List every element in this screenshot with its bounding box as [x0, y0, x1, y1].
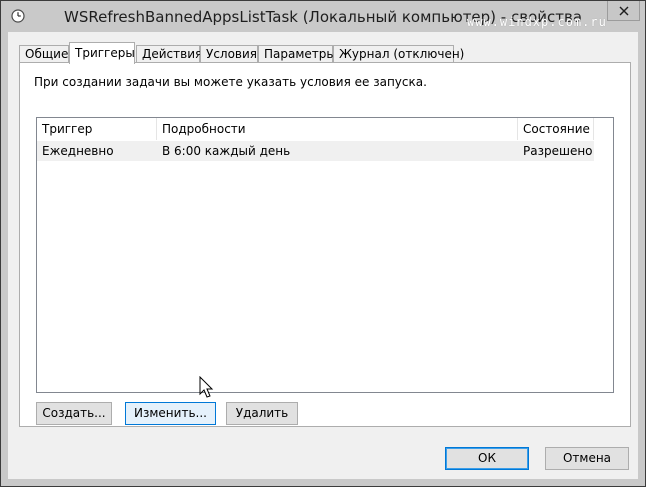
list-header: Триггер Подробности Состояние [37, 118, 613, 140]
mouse-pointer-icon [199, 376, 214, 398]
column-header-details[interactable]: Подробности [157, 118, 518, 140]
tab-history[interactable]: Журнал (отключен) [333, 45, 464, 63]
tab-settings[interactable]: Параметры [258, 45, 336, 63]
dialog-client-area: Общие Триггеры Действия Условия Параметр… [8, 32, 638, 479]
table-row[interactable]: Ежедневно В 6:00 каждый день Разрешено [37, 141, 594, 161]
title-bar[interactable]: WSRefreshBannedAppsListTask (Локальный к… [1, 1, 645, 32]
tab-general[interactable]: Общие [19, 45, 69, 63]
tab-triggers[interactable]: Триггеры [69, 42, 135, 64]
tab-conditions[interactable]: Условия [200, 45, 258, 63]
cell-trigger: Ежедневно [42, 144, 114, 158]
create-trigger-button[interactable]: Создать... [36, 402, 112, 425]
ok-button[interactable]: ОК [445, 447, 529, 470]
edit-trigger-button[interactable]: Изменить... [125, 402, 216, 425]
close-icon [619, 6, 629, 16]
triggers-list[interactable]: Триггер Подробности Состояние Ежедневно … [36, 117, 614, 393]
cell-state: Разрешено [523, 144, 593, 158]
triggers-description: При создании задачи вы можете указать ус… [34, 75, 427, 89]
properties-window: WSRefreshBannedAppsListTask (Локальный к… [0, 0, 646, 487]
watermark-text: www.windxp.com.ru [467, 15, 607, 29]
cancel-button[interactable]: Отмена [545, 447, 629, 470]
delete-trigger-button[interactable]: Удалить [226, 402, 298, 425]
column-header-state[interactable]: Состояние [518, 118, 594, 140]
column-header-trigger[interactable]: Триггер [37, 118, 157, 140]
tab-actions[interactable]: Действия [136, 45, 202, 63]
cell-details: В 6:00 каждый день [162, 144, 291, 158]
triggers-tab-panel: При создании задачи вы можете указать ус… [19, 62, 631, 427]
close-button[interactable] [607, 1, 640, 21]
